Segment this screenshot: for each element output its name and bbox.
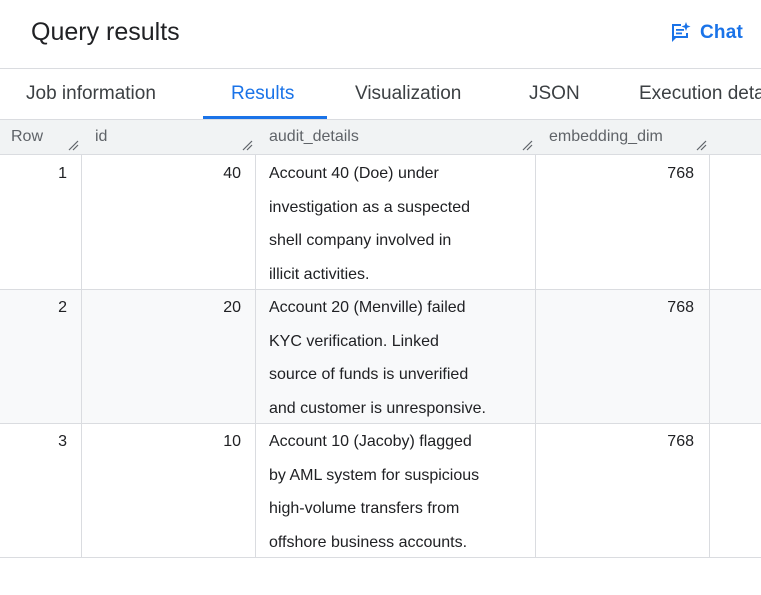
column-divider xyxy=(255,424,256,557)
tab-execution-details[interactable]: Execution details xyxy=(639,69,761,119)
tab-json[interactable]: JSON xyxy=(529,69,580,119)
id-cell[interactable]: 10 xyxy=(81,425,241,459)
id-cell[interactable]: 20 xyxy=(81,291,241,325)
column-header-embedding-dim[interactable]: embedding_dim xyxy=(549,120,663,154)
tab-visualization[interactable]: Visualization xyxy=(355,69,461,119)
row-number-cell[interactable]: 2 xyxy=(0,291,67,325)
page-title: Query results xyxy=(31,18,180,46)
column-divider xyxy=(709,155,710,289)
table-header-row: Row id audit_details embedding_dim xyxy=(0,119,761,155)
embedding-dim-cell[interactable]: 768 xyxy=(535,291,694,325)
audit-details-line: Account 20 (Menville) failed xyxy=(269,299,466,316)
audit-details-line: by AML system for suspicious xyxy=(269,466,480,484)
column-resize-handle[interactable] xyxy=(68,140,79,151)
row-number-cell[interactable]: 1 xyxy=(0,157,67,191)
audit-details-line: and customer is unresponsive. xyxy=(269,399,486,417)
audit-details-line: KYC verification. Linked xyxy=(269,332,439,350)
audit-details-line: offshore business accounts. xyxy=(269,533,468,551)
query-results-panel: Query results Chat Job information Resul… xyxy=(0,0,761,595)
id-cell[interactable]: 40 xyxy=(81,157,241,191)
results-tabs: Job information Results Visualization JS… xyxy=(0,68,761,119)
tab-results[interactable]: Results xyxy=(231,69,294,119)
column-divider xyxy=(709,290,710,423)
column-header-id[interactable]: id xyxy=(95,120,107,154)
audit-details-line: shell company involved in xyxy=(269,232,452,249)
table-row: 3 10 Account 10 (Jacoby) flagged by AML … xyxy=(0,424,761,558)
column-header-row[interactable]: Row xyxy=(11,120,43,154)
column-header-audit-details[interactable]: audit_details xyxy=(269,120,359,154)
table-row: 2 20 Account 20 (Menville) failed KYC ve… xyxy=(0,290,761,424)
embedding-dim-cell[interactable]: 768 xyxy=(535,157,694,191)
column-resize-handle[interactable] xyxy=(522,140,533,151)
audit-details-line: investigation as a suspected xyxy=(269,198,471,216)
column-resize-handle[interactable] xyxy=(242,140,253,151)
audit-details-line: Account 10 (Jacoby) flagged xyxy=(269,433,472,450)
audit-details-cell[interactable]: Account 40 (Doe) under investigation as … xyxy=(269,157,531,291)
column-resize-handle[interactable] xyxy=(696,140,707,151)
audit-details-line: illicit activities. xyxy=(269,265,370,283)
audit-details-line: Account 40 (Doe) under xyxy=(269,165,439,182)
chat-spark-icon xyxy=(668,21,692,45)
results-header: Query results Chat xyxy=(0,0,761,68)
column-divider xyxy=(709,424,710,557)
audit-details-cell[interactable]: Account 10 (Jacoby) flagged by AML syste… xyxy=(269,425,531,559)
row-number-cell[interactable]: 3 xyxy=(0,425,67,459)
chat-label: Chat xyxy=(700,22,744,43)
column-divider xyxy=(255,290,256,423)
audit-details-line: source of funds is unverified xyxy=(269,366,469,383)
column-divider xyxy=(255,155,256,289)
table-row: 1 40 Account 40 (Doe) under investigatio… xyxy=(0,155,761,290)
chat-button[interactable]: Chat xyxy=(668,18,743,48)
embedding-dim-cell[interactable]: 768 xyxy=(535,425,694,459)
audit-details-cell[interactable]: Account 20 (Menville) failed KYC verific… xyxy=(269,291,531,425)
audit-details-line: high-volume transfers from xyxy=(269,500,460,517)
tab-job-information[interactable]: Job information xyxy=(26,69,156,119)
